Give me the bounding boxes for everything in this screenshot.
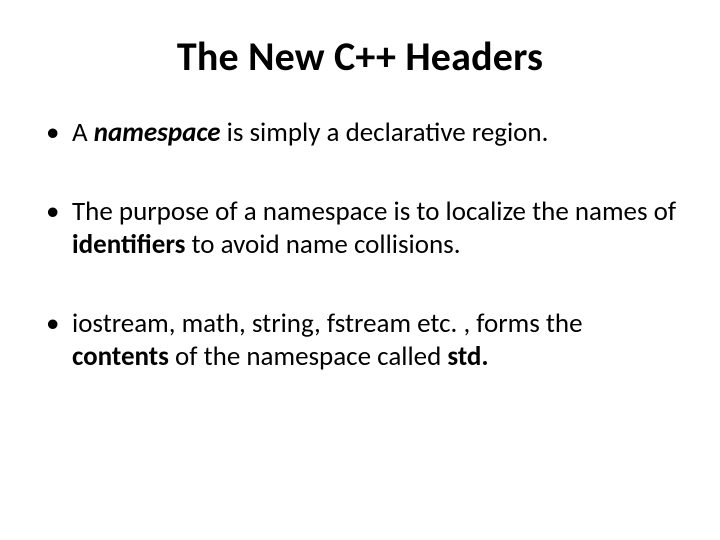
bullet-text-pre: iostream, math, string, fstream etc. , f… bbox=[72, 307, 583, 340]
slide-body: A namespace is simply a declarative regi… bbox=[40, 117, 680, 374]
bullet-emphasis: identifiers bbox=[72, 228, 185, 261]
bullet-list: A namespace is simply a declarative regi… bbox=[40, 117, 680, 374]
list-item: A namespace is simply a declarative regi… bbox=[40, 117, 680, 150]
bullet-text-post: to avoid name collisions. bbox=[185, 228, 460, 261]
bullet-text-mid: of the namespace called bbox=[169, 340, 447, 373]
slide-title: The New C++ Headers bbox=[40, 32, 680, 81]
bullet-emphasis: contents bbox=[72, 340, 169, 373]
bullet-text-post: is simply a declarative region. bbox=[221, 116, 549, 149]
bullet-text-pre: The purpose of a namespace is to localiz… bbox=[72, 195, 676, 228]
bullet-text-pre: A bbox=[72, 116, 94, 149]
bullet-emphasis: namespace bbox=[94, 116, 221, 149]
list-item: iostream, math, string, fstream etc. , f… bbox=[40, 308, 680, 374]
list-item: The purpose of a namespace is to localiz… bbox=[40, 196, 680, 262]
bullet-emphasis: std. bbox=[447, 340, 488, 373]
slide: The New C++ Headers A namespace is simpl… bbox=[0, 0, 720, 540]
